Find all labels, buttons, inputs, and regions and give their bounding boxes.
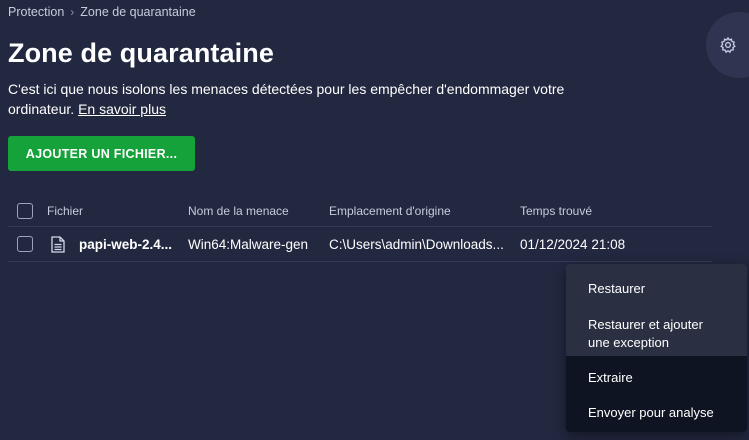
quarantine-table: Fichier Nom de la menace Emplacement d'o… xyxy=(8,195,712,262)
menu-item-restore-add-exception[interactable]: Restaurer et ajouter une exception xyxy=(566,311,747,356)
page-title: Zone de quarantaine xyxy=(8,38,274,68)
breadcrumb-protection[interactable]: Protection xyxy=(8,5,64,19)
chevron-right-icon: › xyxy=(70,5,75,19)
row-checkbox[interactable] xyxy=(17,236,33,252)
header-location[interactable]: Emplacement d'origine xyxy=(329,204,520,218)
header-time[interactable]: Temps trouvé xyxy=(520,204,712,218)
menu-item-label-line1: Restaurer et ajouter xyxy=(588,316,703,332)
select-all-checkbox[interactable] xyxy=(17,202,33,219)
breadcrumb: Protection › Zone de quarantaine xyxy=(8,5,196,19)
menu-item-label: Envoyer pour analyse xyxy=(588,404,714,420)
menu-item-label: Restaurer xyxy=(588,280,646,296)
learn-more-link[interactable]: En savoir plus xyxy=(78,101,166,117)
original-location: C:\Users\admin\Downloads... xyxy=(329,236,504,252)
file-name: papi-web-2.4... xyxy=(79,236,173,252)
menu-item-send-for-analysis[interactable]: Envoyer pour analyse xyxy=(566,393,747,432)
table-header: Fichier Nom de la menace Emplacement d'o… xyxy=(8,195,712,227)
found-time: 01/12/2024 21:08 xyxy=(520,236,626,252)
table-row[interactable]: papi-web-2.4... Win64:Malware-gen C:\Use… xyxy=(8,227,712,262)
settings-button[interactable] xyxy=(706,12,749,78)
header-threat[interactable]: Nom de la menace xyxy=(188,204,329,218)
header-file[interactable]: Fichier xyxy=(47,204,188,218)
threat-name: Win64:Malware-gen xyxy=(188,236,309,252)
menu-item-label: Extraire xyxy=(588,369,633,385)
menu-item-restore[interactable]: Restaurer xyxy=(566,264,747,311)
menu-item-label-line2: une exception xyxy=(588,334,669,350)
add-file-button[interactable]: AJOUTER UN FICHIER... xyxy=(8,136,195,171)
page-description: C'est ici que nous isolons les menaces d… xyxy=(8,79,588,119)
breadcrumb-current: Zone de quarantaine xyxy=(80,5,196,19)
document-icon xyxy=(51,235,65,253)
menu-item-extract[interactable]: Extraire xyxy=(566,356,747,393)
gear-icon xyxy=(720,36,736,54)
context-menu: Restaurer Restaurer et ajouter une excep… xyxy=(566,264,747,432)
